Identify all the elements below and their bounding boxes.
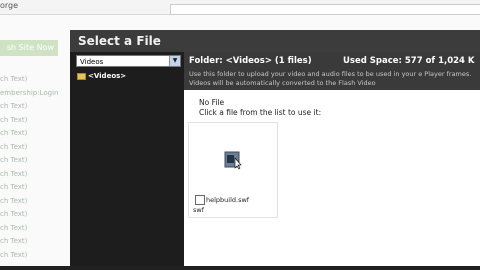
file-card[interactable]: helpbuild.swf swf [188, 122, 278, 218]
browser-toolbar-field[interactable] [170, 4, 480, 15]
folder-info-bar: Folder: <Videos> (1 files) Used Space: 5… [184, 52, 480, 90]
used-space-label: Used Space: 577 of 1,024 K [343, 56, 475, 66]
dialog-title: Select a File [70, 30, 480, 52]
folder-select[interactable]: Videos ▼ [76, 55, 181, 67]
page-list-item[interactable]: ch Text) [0, 75, 27, 83]
page-list-item[interactable]: ch Text) [0, 224, 27, 232]
page-list-item[interactable]: ch Text) [0, 116, 27, 124]
folder-description: Use this folder to upload your video and… [189, 70, 472, 87]
page-list-item[interactable]: ch Text) [0, 183, 27, 191]
folder-icon [77, 72, 86, 80]
file-type: swf [193, 206, 204, 214]
file-checkbox[interactable] [195, 195, 205, 205]
page-list-item[interactable]: ch Text) [0, 197, 27, 205]
folder-tree-item-label: <Videos> [88, 72, 127, 80]
page-list-item[interactable]: ch Text) [0, 251, 27, 259]
folder-tree-item[interactable]: <Videos> [77, 71, 126, 81]
page-list-item[interactable]: ch Text) [0, 237, 27, 245]
bottom-border [0, 266, 480, 270]
file-name: helpbuild.swf [206, 196, 250, 204]
page-list-item[interactable]: ch Text) [0, 156, 27, 164]
page-list-item[interactable]: embership:Login [0, 89, 58, 97]
select-file-dialog: Select a File Videos ▼ <Videos> Folder: … [70, 30, 480, 270]
folder-panel: Videos ▼ <Videos> [70, 52, 184, 270]
no-file-option[interactable]: No File [199, 98, 224, 107]
page-list-item[interactable]: ch Text) [0, 102, 27, 110]
file-list-area: No File Click a file from the list to us… [184, 90, 480, 270]
page-list-item[interactable]: ch Text) [0, 129, 27, 137]
publish-site-button[interactable]: sh Site Now [0, 40, 58, 56]
browser-title-bar: orge [0, 0, 480, 15]
folder-label: Folder: <Videos> (1 files) [189, 56, 312, 66]
chevron-down-icon[interactable]: ▼ [169, 56, 180, 66]
file-instructions: Click a file from the list to use it: [199, 108, 322, 117]
flash-file-icon [224, 151, 242, 170]
page-list-item[interactable]: ch Text) [0, 210, 27, 218]
browser-title: orge [0, 1, 19, 10]
page-list-item[interactable]: ch Text) [0, 143, 27, 151]
page-list-item[interactable]: ch Text) [0, 170, 27, 178]
folder-select-value: Videos [80, 58, 104, 66]
